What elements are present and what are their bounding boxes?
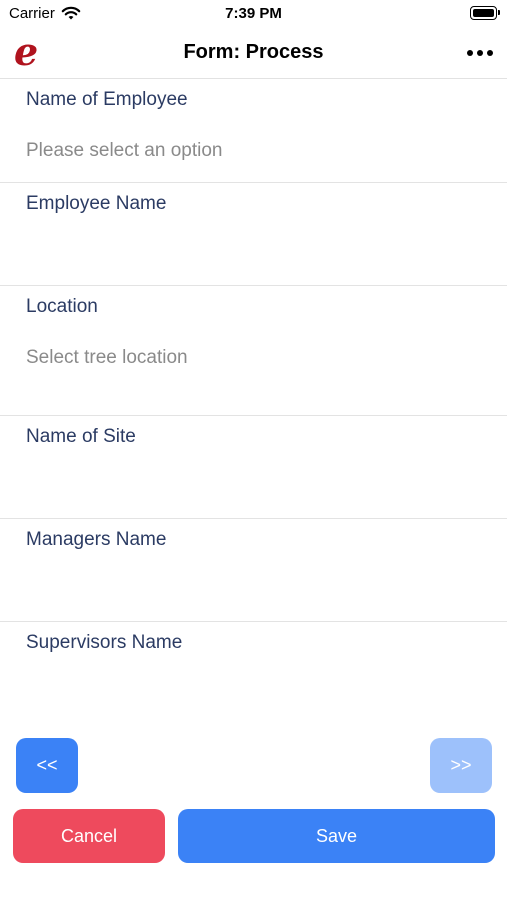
- battery-icon: [470, 6, 500, 20]
- field-label: Name of Employee: [26, 89, 188, 110]
- field-label: Location: [26, 296, 98, 317]
- location-select[interactable]: Select tree location: [26, 347, 188, 369]
- field-supervisors-name[interactable]: Supervisors Name: [0, 622, 507, 722]
- field-label: Name of Site: [26, 426, 136, 447]
- clock: 7:39 PM: [225, 5, 282, 22]
- field-managers-name[interactable]: Managers Name: [0, 519, 507, 622]
- cancel-button[interactable]: Cancel: [13, 809, 165, 863]
- previous-button[interactable]: <<: [16, 738, 78, 793]
- field-name-of-employee[interactable]: Name of Employee Please select an option: [0, 79, 507, 183]
- field-label: Employee Name: [26, 193, 167, 214]
- next-button[interactable]: >>: [430, 738, 492, 793]
- field-label: Managers Name: [26, 529, 167, 550]
- page-title: Form: Process: [183, 41, 324, 63]
- nav-bar: e Form: Process: [0, 28, 507, 79]
- ellipsis-icon[interactable]: [467, 50, 493, 56]
- status-bar: Carrier 7:39 PM: [0, 0, 507, 28]
- field-name-of-site[interactable]: Name of Site: [0, 416, 507, 519]
- field-employee-name[interactable]: Employee Name: [0, 183, 507, 286]
- field-label: Supervisors Name: [26, 632, 183, 653]
- save-button[interactable]: Save: [178, 809, 495, 863]
- employee-select[interactable]: Please select an option: [26, 140, 222, 162]
- field-location[interactable]: Location Select tree location: [0, 286, 507, 416]
